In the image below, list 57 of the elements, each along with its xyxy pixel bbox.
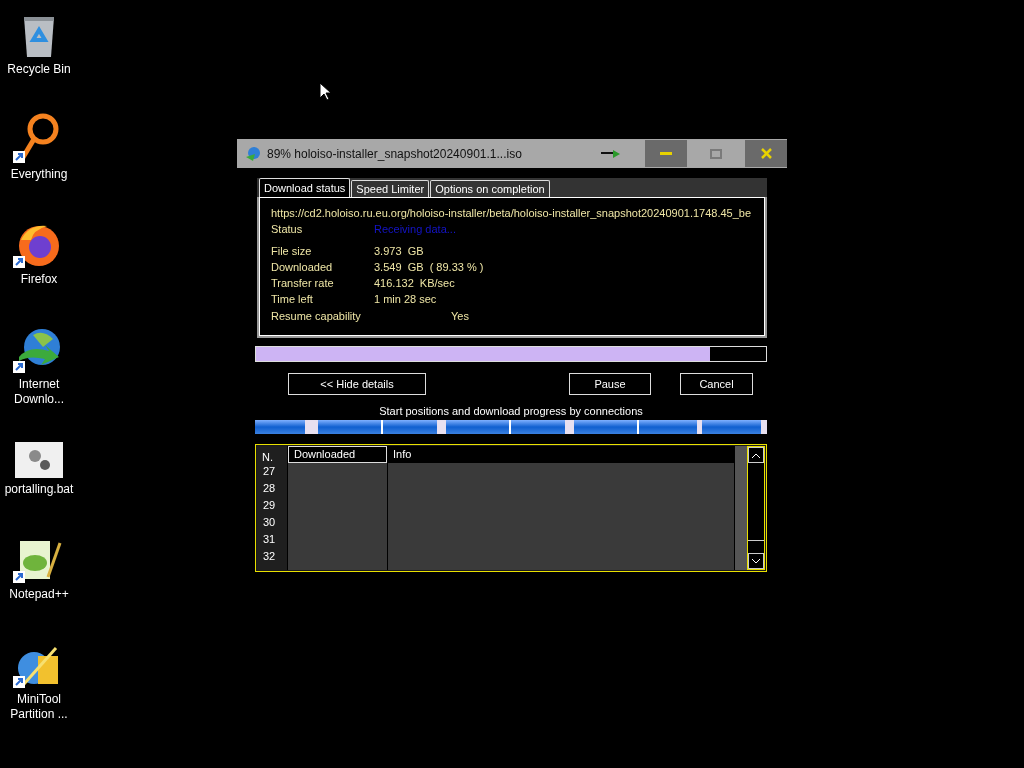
- column-header[interactable]: Info: [388, 446, 734, 463]
- field-label: Downloaded: [271, 260, 334, 275]
- row-number: 30: [262, 515, 277, 530]
- minimize-icon: [660, 151, 672, 156]
- desktop-icon[interactable]: Notepad++: [0, 531, 78, 636]
- desktop-icon[interactable]: portalling.bat: [0, 426, 78, 531]
- tab[interactable]: Speed Limiter: [351, 180, 430, 197]
- desktop-icon[interactable]: MiniTool Partition ...: [0, 636, 78, 741]
- row-number: 31: [262, 532, 277, 547]
- field-value: Receiving data...: [374, 222, 456, 237]
- desktop-icon[interactable]: Everything: [0, 111, 78, 216]
- field-label: File size: [271, 244, 313, 259]
- gear-file-icon: [15, 442, 63, 478]
- field-value: 1 min 28 sec: [374, 292, 437, 307]
- icon-label: portalling.bat: [3, 482, 75, 497]
- field-value: 3.973 GB: [374, 244, 424, 259]
- tab[interactable]: Options on completion: [430, 180, 550, 197]
- field-value: 416.132 KB/sec: [374, 276, 455, 291]
- action-button[interactable]: << Hide details: [288, 373, 426, 395]
- icon-label: Recycle Bin: [6, 62, 72, 77]
- scroll-up-button[interactable]: [748, 447, 764, 463]
- close-button[interactable]: [745, 140, 787, 167]
- icon-label: Firefox: [19, 272, 59, 287]
- action-button[interactable]: Cancel: [680, 373, 753, 395]
- action-button[interactable]: Pause: [569, 373, 651, 395]
- icon-label: Everything: [9, 167, 69, 182]
- field-label: Time left: [271, 292, 314, 307]
- chevron-down-icon: [752, 558, 760, 564]
- row-number: 29: [262, 498, 277, 513]
- desktop-icon[interactable]: Internet Downlo...: [0, 321, 78, 426]
- icon-label: MiniTool Partition ...: [9, 692, 69, 722]
- row-number: 27: [262, 464, 277, 479]
- scrollbar[interactable]: [747, 446, 765, 570]
- maximize-icon: [710, 148, 722, 159]
- close-icon: [760, 148, 772, 159]
- tab[interactable]: Download status: [259, 178, 351, 197]
- icon-label: Internet Downlo...: [13, 377, 65, 407]
- desktop-icon[interactable]: Firefox: [0, 216, 78, 321]
- row-number: 28: [262, 481, 277, 496]
- row-number: 32: [262, 549, 277, 564]
- field-value: 3.549 GB ( 89.33 % ): [374, 260, 484, 275]
- minimize-button[interactable]: [645, 140, 687, 167]
- column-header[interactable]: Downloaded: [288, 446, 387, 463]
- window-title: 89% holoiso-installer_snapshot20240901.1...iso: [267, 146, 523, 161]
- field-label: Status: [271, 222, 304, 237]
- recycle-bin-icon: [21, 14, 57, 58]
- field-label: Resume capability: [271, 309, 362, 324]
- download-url: https://cd2.holoiso.ru.eu.org/holoiso-installer/beta/holoiso-installer_snapshot20240901.1748.45_be: [271, 206, 752, 221]
- arrow-icon: [601, 149, 621, 158]
- field-value: Yes: [451, 309, 469, 324]
- icon-label: Notepad++: [8, 587, 70, 602]
- mouse-cursor-icon: [319, 82, 331, 101]
- desktop-icon[interactable]: Recycle Bin: [0, 6, 78, 111]
- chevron-up-icon: [752, 452, 760, 458]
- connections-caption: Start positions and download progress by connections: [378, 404, 644, 418]
- field-label: Transfer rate: [271, 276, 335, 291]
- scroll-down-button[interactable]: [748, 553, 764, 569]
